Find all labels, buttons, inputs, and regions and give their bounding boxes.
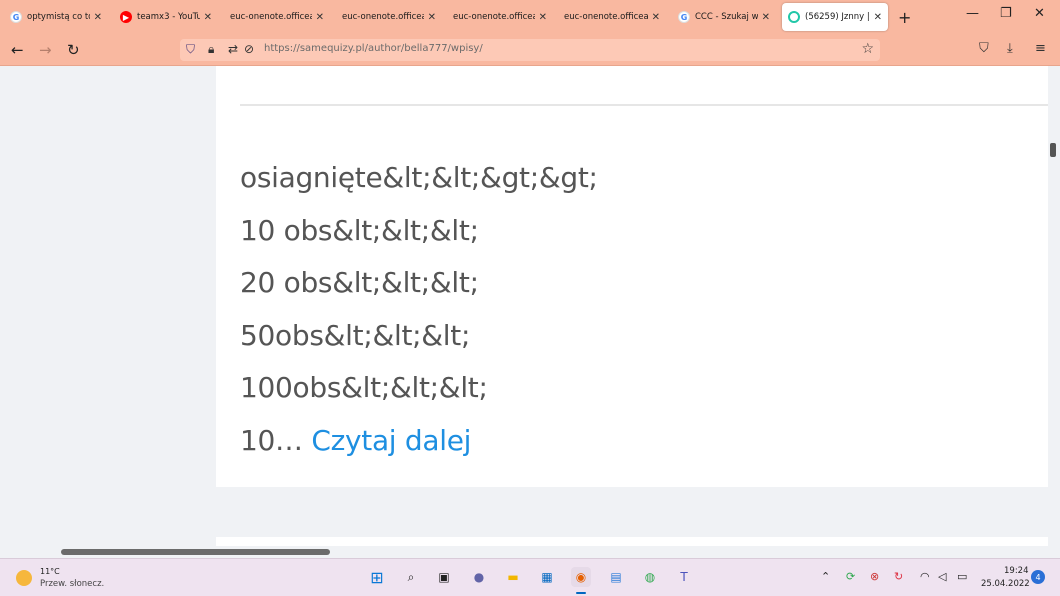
youtube-icon: ▶ <box>120 11 132 23</box>
tab-title: (56259) Jznny | sa <box>805 12 870 22</box>
update-icon[interactable]: ↻ <box>894 570 903 583</box>
microsoft-store-icon[interactable]: ▦ <box>537 567 557 587</box>
tab-title: optymistą co to <box>27 12 90 22</box>
excerpt-line: osiagnięte&lt;&lt;&gt;&gt; <box>240 161 598 194</box>
new-tab-icon[interactable]: + <box>898 8 911 27</box>
tab-8-active[interactable]: (56259) Jznny | sa ✕ <box>782 3 888 31</box>
tab-title: teamx3 - YouTube <box>137 12 200 22</box>
tab-7[interactable]: G CCC - Szukaj w Google ✕ <box>672 3 776 31</box>
lock-icon[interactable]: 🔒︎ <box>208 42 214 57</box>
samequizy-icon <box>788 11 800 23</box>
excerpt-last-line: 10… Czytaj dalej <box>240 415 598 468</box>
taskbar: 11°C Przew. słonecz. ⊞ ⌕ ▣ ● ▬ ▦ ◉ ▤ ◍ T… <box>0 558 1060 596</box>
scrollbar-thumb[interactable] <box>61 549 330 555</box>
excerpt-text: 10… <box>240 423 303 457</box>
close-icon[interactable]: ✕ <box>204 12 212 23</box>
chat-icon[interactable]: ● <box>469 567 489 587</box>
downloads-icon[interactable]: ⤓ <box>1007 41 1013 56</box>
tab-title: CCC - Szukaj w Google <box>695 12 758 22</box>
close-icon[interactable]: ✕ <box>539 12 547 23</box>
scrollbar-thumb[interactable] <box>1050 143 1056 157</box>
tab-title: euc-onenote.officeapps <box>564 12 648 22</box>
google-icon: G <box>678 11 690 23</box>
reload-icon[interactable]: ↻ <box>67 41 80 59</box>
page-viewport: osiagnięte&lt;&lt;&gt;&gt; 10 obs&lt;&lt… <box>0 66 1048 546</box>
back-icon[interactable]: ← <box>11 41 24 59</box>
minimize-icon[interactable]: — <box>966 6 979 21</box>
weather-temperature[interactable]: 11°C <box>40 567 60 576</box>
close-window-icon[interactable]: ✕ <box>1034 6 1045 21</box>
excerpt-line: 10 obs&lt;&lt;&lt; <box>240 213 479 247</box>
notepad-icon[interactable]: ▤ <box>606 567 626 587</box>
excerpt-line: 100obs&lt;&lt;&lt; <box>240 371 488 404</box>
search-icon[interactable]: ⌕ <box>401 567 421 587</box>
close-icon[interactable]: ✕ <box>316 12 324 23</box>
clock-time[interactable]: 19:24 <box>1004 566 1029 576</box>
excerpt-line: 20 obs&lt;&lt;&lt; <box>240 266 479 299</box>
windows-start-icon[interactable]: ⊞ <box>367 567 387 587</box>
camera-blocked-icon[interactable]: ⊘ <box>244 42 254 56</box>
post-card: osiagnięte&lt;&lt;&gt;&gt; 10 obs&lt;&lt… <box>216 66 1048 487</box>
close-icon[interactable]: ✕ <box>874 12 882 23</box>
restore-icon[interactable]: ❐ <box>1000 6 1012 21</box>
horizontal-scrollbar[interactable] <box>0 546 1060 558</box>
active-app-indicator <box>576 592 586 594</box>
post-excerpt: osiagnięte&lt;&lt;&gt;&gt; 10 obs&lt;&lt… <box>240 152 598 467</box>
teams-icon[interactable]: T <box>674 567 694 587</box>
file-explorer-icon[interactable]: ▬ <box>503 567 523 587</box>
notification-badge[interactable]: 4 <box>1031 570 1045 584</box>
chevron-up-icon[interactable]: ⌃ <box>821 570 830 583</box>
menu-icon[interactable]: ≡ <box>1035 41 1046 56</box>
tab-2[interactable]: ▶ teamx3 - YouTube ✕ <box>114 3 218 31</box>
pocket-icon[interactable]: ⛉ <box>979 41 989 56</box>
clock-date[interactable]: 25.04.2022 <box>981 579 1030 589</box>
read-more-link[interactable]: Czytaj dalej <box>311 424 471 457</box>
tab-title: euc-onenote.officeapps <box>453 12 535 22</box>
vertical-scrollbar[interactable] <box>1048 66 1060 546</box>
edge-icon[interactable]: ◍ <box>640 567 660 587</box>
next-post-card <box>216 537 1048 546</box>
security-icon[interactable]: ⊗ <box>870 570 879 583</box>
tab-4[interactable]: euc-onenote.officeapps ✕ <box>336 3 442 31</box>
tracking-shield-icon[interactable]: ⛉ <box>186 42 195 57</box>
forward-icon[interactable]: → <box>39 41 52 59</box>
weather-sun-icon[interactable] <box>16 570 32 586</box>
address-bar[interactable]: ⛉ 🔒︎ ⇄ ⊘ https://samequizy.pl/author/bel… <box>180 39 880 61</box>
tab-5[interactable]: euc-onenote.officeapps ✕ <box>447 3 553 31</box>
close-icon[interactable]: ✕ <box>94 12 102 23</box>
tab-3[interactable]: euc-onenote.officeapps ✕ <box>224 3 330 31</box>
close-icon[interactable]: ✕ <box>762 12 770 23</box>
bookmark-star-icon[interactable]: ☆ <box>861 41 874 57</box>
battery-icon[interactable]: ▭ <box>957 570 967 583</box>
close-icon[interactable]: ✕ <box>652 12 660 23</box>
tab-strip: G optymistą co to ✕ ▶ teamx3 - YouTube ✕… <box>0 0 1060 35</box>
google-icon: G <box>10 11 22 23</box>
close-icon[interactable]: ✕ <box>428 12 436 23</box>
tab-1[interactable]: G optymistą co to ✕ <box>4 3 108 31</box>
task-view-icon[interactable]: ▣ <box>434 567 454 587</box>
tab-title: euc-onenote.officeapps <box>342 12 424 22</box>
firefox-icon[interactable]: ◉ <box>571 567 591 587</box>
volume-icon[interactable]: ◁ <box>938 570 946 583</box>
wifi-icon[interactable]: ◠ <box>920 570 930 583</box>
tab-title: euc-onenote.officeapps <box>230 12 312 22</box>
divider <box>240 104 1048 106</box>
url-text[interactable]: https://samequizy.pl/author/bella777/wpi… <box>264 43 483 54</box>
sync-icon[interactable]: ⟳ <box>846 570 855 583</box>
navigation-bar: ← → ↻ ⛉ 🔒︎ ⇄ ⊘ https://samequizy.pl/auth… <box>0 35 1060 66</box>
permissions-icon[interactable]: ⇄ <box>228 42 238 56</box>
weather-description[interactable]: Przew. słonecz. <box>40 579 104 589</box>
tab-6[interactable]: euc-onenote.officeapps ✕ <box>558 3 666 31</box>
excerpt-line: 50obs&lt;&lt;&lt; <box>240 318 471 352</box>
